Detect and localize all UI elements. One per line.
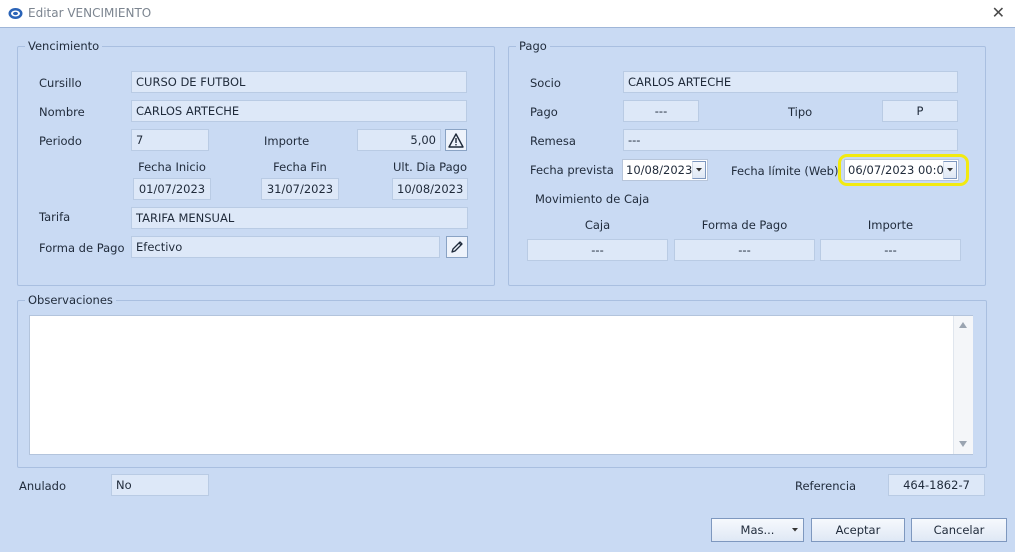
anulado-field[interactable]: No: [111, 474, 209, 496]
edit-forma-pago-button[interactable]: [446, 236, 468, 258]
pago-label: Pago: [530, 105, 558, 119]
app-logo-icon: [8, 8, 23, 19]
observaciones-textarea[interactable]: [29, 315, 973, 455]
fecha-limite-value: 06/07/2023 00:00: [848, 163, 952, 177]
socio-label: Socio: [530, 76, 561, 90]
periodo-label: Periodo: [39, 134, 82, 148]
tarifa-field[interactable]: TARIFA MENSUAL: [131, 207, 468, 229]
chevron-down-icon: [696, 168, 702, 172]
vencimiento-legend: Vencimiento: [25, 40, 103, 53]
pago-field[interactable]: ---: [623, 100, 699, 122]
fecha-prevista-dropdown-button[interactable]: [692, 161, 706, 179]
fecha-limite-dropdown-button[interactable]: [943, 161, 957, 179]
forma-pago-caja-field[interactable]: ---: [674, 239, 815, 261]
fecha-limite-label: Fecha límite (Web): [731, 164, 839, 178]
scroll-down-icon[interactable]: [958, 440, 968, 448]
fecha-fin-label: Fecha Fin: [273, 160, 327, 174]
importe-label: Importe: [264, 134, 310, 148]
anulado-label: Anulado: [19, 479, 67, 493]
referencia-label: Referencia: [795, 479, 857, 493]
periodo-field[interactable]: 7: [131, 129, 209, 151]
title-divider: [0, 27, 1015, 28]
nombre-label: Nombre: [39, 105, 85, 119]
chevron-down-icon: [792, 528, 798, 532]
tipo-label: Tipo: [788, 105, 813, 119]
pencil-icon: [451, 241, 463, 253]
fecha-prevista-dropdown[interactable]: 10/08/2023: [622, 159, 708, 181]
fecha-inicio-field[interactable]: 01/07/2023: [133, 178, 211, 200]
chevron-down-icon: [947, 168, 953, 172]
warning-button[interactable]: [445, 129, 467, 151]
fecha-fin-field[interactable]: 31/07/2023: [261, 178, 339, 200]
scroll-up-icon[interactable]: [958, 321, 968, 329]
remesa-label: Remesa: [530, 134, 576, 148]
cancelar-button[interactable]: Cancelar: [911, 518, 1007, 542]
window-title: Editar VENCIMIENTO: [28, 6, 152, 20]
referencia-field[interactable]: 464-1862-7: [888, 474, 985, 496]
caja-field[interactable]: ---: [527, 239, 668, 261]
fecha-inicio-label: Fecha Inicio: [138, 160, 206, 174]
forma-pago-caja-label: Forma de Pago: [701, 218, 788, 232]
aceptar-button[interactable]: Aceptar: [811, 518, 905, 542]
ult-dia-pago-label: Ult. Dia Pago: [393, 160, 467, 174]
fecha-limite-dropdown[interactable]: 06/07/2023 00:00: [844, 159, 959, 181]
movimiento-caja-label: Movimiento de Caja: [535, 192, 650, 206]
mas-button-label: Mas...: [740, 523, 775, 537]
forma-pago-field[interactable]: Efectivo: [131, 236, 440, 258]
cursillo-field[interactable]: CURSO DE FUTBOL: [131, 71, 467, 93]
mas-button[interactable]: Mas...: [711, 518, 804, 542]
fecha-prevista-label: Fecha prevista: [530, 163, 614, 177]
forma-pago-label: Forma de Pago: [39, 241, 125, 255]
close-icon[interactable]: ✕: [992, 3, 1005, 22]
ult-dia-pago-field[interactable]: 10/08/2023: [392, 178, 468, 200]
warning-icon: [448, 132, 464, 148]
importe-field[interactable]: 5,00: [357, 129, 441, 151]
tarifa-label: Tarifa: [39, 210, 71, 224]
importe-caja-field[interactable]: ---: [820, 239, 961, 261]
remesa-field[interactable]: ---: [623, 129, 958, 151]
observaciones-scrollbar[interactable]: [953, 316, 973, 454]
importe-caja-label: Importe: [867, 218, 914, 232]
observaciones-legend: Observaciones: [25, 294, 116, 307]
title-bar: [0, 0, 1015, 27]
cursillo-label: Cursillo: [39, 76, 82, 90]
tipo-field[interactable]: P: [882, 100, 958, 122]
fecha-prevista-value: 10/08/2023: [626, 163, 693, 177]
pago-legend: Pago: [516, 40, 550, 53]
socio-field[interactable]: CARLOS ARTECHE: [623, 71, 958, 93]
caja-label: Caja: [584, 218, 611, 232]
nombre-field[interactable]: CARLOS ARTECHE: [131, 100, 467, 122]
